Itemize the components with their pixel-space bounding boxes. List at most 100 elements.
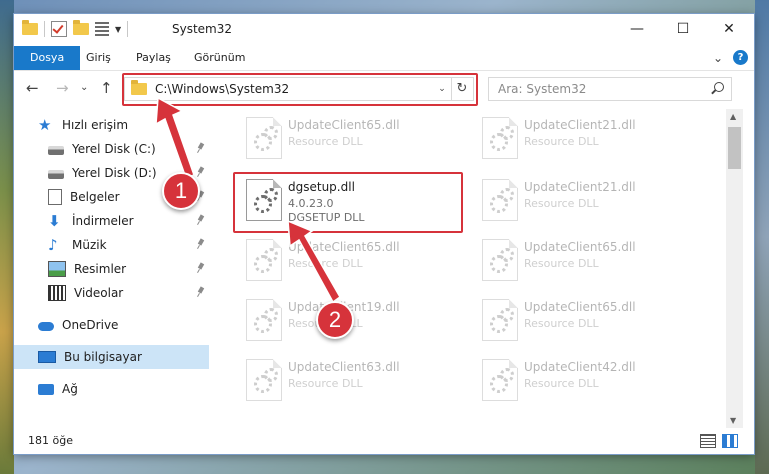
step-2-badge: 2	[316, 301, 354, 339]
up-arrow-icon[interactable]: ↑	[100, 79, 113, 97]
toolbar-divider	[44, 21, 45, 37]
desktop-wallpaper-left	[0, 0, 14, 474]
status-bar: 181 öğe	[14, 428, 754, 454]
dll-file-icon	[482, 117, 518, 159]
dll-file-icon	[246, 299, 282, 341]
tiles-view-icon[interactable]	[722, 434, 738, 448]
sidebar-item-label: Belgeler	[70, 190, 120, 204]
search-placeholder: Ara: System32	[498, 82, 587, 96]
file-name: UpdateClient63.dll	[288, 360, 400, 374]
sidebar-item-label: Ağ	[62, 382, 78, 396]
back-arrow-icon[interactable]: ←	[26, 79, 39, 97]
recent-locations-icon[interactable]: ⌄	[80, 82, 88, 93]
file-type: Resource DLL	[524, 377, 599, 390]
forward-arrow-icon[interactable]: →	[56, 79, 69, 97]
file-tile[interactable]: UpdateClient65.dll Resource DLL	[238, 111, 462, 163]
file-type: Resource DLL	[524, 197, 599, 210]
sidebar-item-label: Hızlı erişim	[62, 118, 129, 132]
dll-file-icon	[482, 239, 518, 281]
file-tile[interactable]: UpdateClient42.dll Resource DLL	[474, 353, 698, 405]
dll-file-icon	[246, 359, 282, 401]
pin-icon	[197, 143, 205, 153]
file-highlight	[233, 172, 463, 233]
search-input[interactable]: Ara: System32	[488, 77, 732, 101]
dll-file-icon	[482, 179, 518, 221]
desktop-wallpaper-right	[755, 0, 769, 474]
toolbar-divider	[127, 21, 129, 37]
customize-toolbar-icon[interactable]: ▼	[115, 25, 121, 34]
minimize-button[interactable]: —	[614, 14, 660, 44]
sidebar-item-label: Videolar	[74, 286, 124, 300]
properties-icon[interactable]	[95, 22, 109, 36]
ribbon-tabs: Dosya Giriş Paylaş Görünüm ⌄ ?	[14, 46, 754, 71]
sidebar-item-music[interactable]: ♪ Müzik	[14, 233, 209, 257]
file-type: Resource DLL	[288, 377, 363, 390]
file-name: UpdateClient42.dll	[524, 360, 636, 374]
help-icon[interactable]: ?	[733, 50, 748, 65]
download-icon: ⬇	[48, 212, 61, 230]
properties-check-icon[interactable]	[51, 21, 67, 37]
sidebar-item-network[interactable]: Ağ	[14, 377, 209, 401]
new-folder-icon[interactable]	[73, 20, 89, 35]
ribbon-controls: ⌄ ?	[713, 50, 748, 65]
tab-gorunum[interactable]: Görünüm	[184, 46, 255, 70]
file-tile[interactable]: UpdateClient21.dll Resource DLL	[474, 173, 698, 225]
sidebar-item-pictures[interactable]: Resimler	[14, 257, 209, 281]
file-tile[interactable]: UpdateClient65.dll Resource DLL	[474, 233, 698, 285]
sidebar-item-downloads[interactable]: ⬇ İndirmeler	[14, 209, 209, 233]
sidebar-item-local-disk-c[interactable]: Yerel Disk (C:)	[14, 137, 209, 161]
computer-icon	[38, 351, 56, 363]
file-list: UpdateClient65.dll Resource DLL UpdateCl…	[224, 109, 726, 428]
pin-icon	[197, 215, 205, 225]
navigation-pane: ★ Hızlı erişim Yerel Disk (C:) Yerel Dis…	[14, 109, 211, 428]
music-icon: ♪	[48, 236, 58, 254]
file-type: Resource DLL	[288, 257, 363, 270]
file-tile[interactable]: UpdateClient21.dll Resource DLL	[474, 111, 698, 163]
title-bar: ▼ System32 — ☐ ✕	[14, 14, 754, 46]
scrollbar-thumb[interactable]	[728, 127, 741, 169]
sidebar-item-quick-access[interactable]: ★ Hızlı erişim	[14, 113, 209, 137]
close-button[interactable]: ✕	[706, 14, 752, 44]
sidebar-item-onedrive[interactable]: OneDrive	[14, 313, 209, 337]
quick-access-toolbar: ▼	[22, 20, 129, 37]
sidebar-item-this-pc[interactable]: Bu bilgisayar	[14, 345, 209, 369]
file-tile[interactable]: UpdateClient63.dll Resource DLL	[238, 353, 462, 405]
step-1-badge: 1	[162, 172, 200, 210]
sidebar-item-label: Bu bilgisayar	[64, 350, 142, 364]
drive-icon	[48, 170, 64, 179]
file-type: Resource DLL	[524, 135, 599, 148]
cloud-icon	[38, 322, 54, 331]
drive-icon	[48, 146, 64, 155]
dll-file-icon	[246, 239, 282, 281]
file-name: UpdateClient21.dll	[524, 118, 636, 132]
dll-file-icon	[482, 359, 518, 401]
sidebar-item-label: Yerel Disk (D:)	[72, 166, 157, 180]
maximize-button[interactable]: ☐	[660, 14, 706, 44]
dll-file-icon	[246, 117, 282, 159]
sidebar-item-videos[interactable]: Videolar	[14, 281, 209, 305]
tab-dosya[interactable]: Dosya	[14, 46, 81, 70]
sidebar-item-label: Resimler	[74, 262, 127, 276]
file-name: UpdateClient21.dll	[524, 180, 636, 194]
sidebar-item-label: OneDrive	[62, 318, 119, 332]
file-tile[interactable]: UpdateClient65.dll Resource DLL	[474, 293, 698, 345]
file-type: Resource DLL	[288, 135, 363, 148]
sidebar-item-label: İndirmeler	[72, 214, 134, 228]
file-name: UpdateClient65.dll	[524, 300, 636, 314]
folder-icon	[22, 20, 38, 35]
pin-icon	[197, 263, 205, 273]
file-type: Resource DLL	[524, 317, 599, 330]
file-name: UpdateClient65.dll	[288, 118, 400, 132]
expand-ribbon-icon[interactable]: ⌄	[713, 51, 723, 65]
search-icon	[714, 82, 724, 92]
scroll-up-icon[interactable]: ▲	[730, 112, 736, 121]
documents-icon	[48, 189, 62, 205]
tab-paylas[interactable]: Paylaş	[126, 46, 181, 70]
address-bar-highlight	[122, 73, 478, 106]
details-view-icon[interactable]	[700, 434, 716, 448]
file-tile[interactable]: UpdateClient65.dll Resource DLL	[238, 233, 462, 285]
scroll-down-icon[interactable]: ▼	[730, 416, 736, 425]
vertical-scrollbar[interactable]: ▲ ▼	[726, 109, 743, 428]
item-count: 181 öğe	[28, 434, 73, 447]
tab-giris[interactable]: Giriş	[76, 46, 121, 70]
